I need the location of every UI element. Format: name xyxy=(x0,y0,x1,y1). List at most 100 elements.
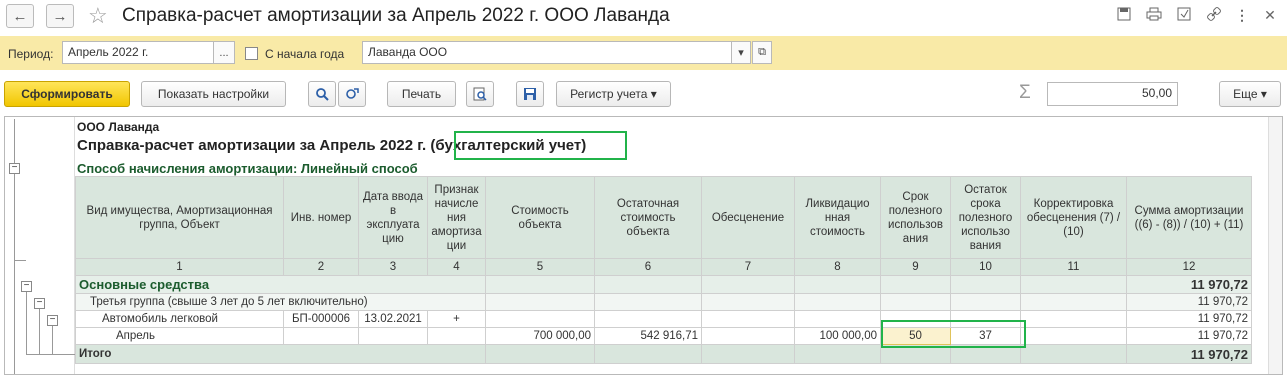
column-number: 6 xyxy=(594,258,702,276)
grouping-gutter xyxy=(5,117,75,374)
column-number: 12 xyxy=(1126,258,1252,276)
outline-line xyxy=(14,119,15,374)
arrow-left-icon: ← xyxy=(12,7,28,25)
header-cell: Стоимость объекта xyxy=(485,176,595,259)
header-cell: Сумма амортизации ((6) - (8)) / (10) + (… xyxy=(1126,176,1252,259)
chevron-down-icon: ▾ xyxy=(1260,87,1267,101)
sum-field[interactable]: 50,00 xyxy=(1047,82,1178,106)
header-cell: Обесценение xyxy=(701,176,795,259)
sum-icon: Σ xyxy=(1019,82,1031,103)
accounting-register-label: Регистр учета xyxy=(570,87,648,101)
header-cell: Ликвидацио нная стоимость xyxy=(794,176,881,259)
generate-button[interactable]: Сформировать xyxy=(4,81,130,107)
column-number: 4 xyxy=(427,258,486,276)
print-icon[interactable] xyxy=(1146,7,1162,23)
column-number: 8 xyxy=(794,258,881,276)
row-name: Автомобиль легковой xyxy=(75,310,284,328)
preview-icon[interactable] xyxy=(1176,7,1192,23)
column-numbers-row: 1 2 3 4 5 6 7 8 9 10 11 12 xyxy=(75,258,1252,276)
outline-line xyxy=(52,326,53,354)
column-number: 7 xyxy=(701,258,795,276)
header-cell: Признак начисле ния амортиза ции xyxy=(427,176,486,259)
depreciation-table: Вид имущества, Амортизационная группа, О… xyxy=(75,176,1252,364)
forward-button[interactable]: → xyxy=(46,4,74,28)
table-row-total[interactable]: Итого 11 970,72 xyxy=(75,344,1252,364)
header-cell: Остаточная стоимость объекта xyxy=(594,176,702,259)
chevron-down-icon: ▾ xyxy=(650,87,657,101)
row-flag: + xyxy=(427,310,486,328)
search-next-button[interactable] xyxy=(338,81,366,107)
save-report-button[interactable] xyxy=(516,81,544,107)
more-label: Еще xyxy=(1233,87,1258,101)
column-number: 9 xyxy=(880,258,951,276)
row-sum: 11 970,72 xyxy=(1126,293,1252,311)
more-icon[interactable]: ⋮ xyxy=(1234,7,1250,23)
column-number: 3 xyxy=(358,258,428,276)
chevron-down-icon: ▾ xyxy=(738,47,744,59)
period-input[interactable]: Апрель 2022 г. xyxy=(62,41,214,64)
period-select-button[interactable]: ... xyxy=(213,41,235,64)
floppy-disk-icon xyxy=(524,88,536,100)
back-button[interactable]: ← xyxy=(6,4,34,28)
column-number: 10 xyxy=(950,258,1021,276)
close-icon[interactable]: ✕ xyxy=(1262,7,1278,23)
save-icon[interactable] xyxy=(1116,7,1132,23)
column-number: 2 xyxy=(283,258,359,276)
depreciation-method: Способ начисления амортизации: Линейный … xyxy=(77,161,418,176)
from-year-start-checkbox[interactable] xyxy=(245,47,258,60)
row-inv-number: БП-000006 xyxy=(283,310,359,328)
header-cell: Вид имущества, Амортизационная группа, О… xyxy=(75,176,284,259)
row-cost: 700 000,00 xyxy=(485,327,595,345)
collapse-group-toggle[interactable]: − xyxy=(34,298,45,309)
row-residual: 542 916,71 xyxy=(594,327,702,345)
table-row-fixed-assets[interactable]: Основные средства 11 970,72 xyxy=(75,275,1252,294)
header-cell: Инв. номер xyxy=(283,176,359,259)
print-preview-button[interactable] xyxy=(466,81,494,107)
accounting-register-button[interactable]: Регистр учета ▾ xyxy=(556,81,671,107)
row-name: Основные средства xyxy=(75,275,486,294)
report-area[interactable]: − − − − ООО Лаванда Справка-расчет аморт… xyxy=(4,116,1283,375)
print-button[interactable]: Печать xyxy=(387,81,456,107)
preview-search-icon xyxy=(473,87,487,101)
search-refresh-icon xyxy=(346,88,359,99)
outline-line xyxy=(39,309,40,354)
report-org: ООО Лаванда xyxy=(77,120,160,134)
collapse-header-toggle[interactable]: − xyxy=(9,163,20,174)
header-cell: Дата ввода в эксплуата цию xyxy=(358,176,428,259)
row-name: Апрель xyxy=(75,327,284,345)
row-name: Третья группа (свыше 3 лет до 5 лет вклю… xyxy=(75,293,486,311)
row-sum: 11 970,72 xyxy=(1126,344,1252,364)
table-row-group[interactable]: Третья группа (свыше 3 лет до 5 лет вклю… xyxy=(75,293,1252,311)
column-number: 5 xyxy=(485,258,595,276)
vertical-scrollbar[interactable] xyxy=(1268,117,1282,374)
link-icon[interactable] xyxy=(1206,7,1222,23)
collapse-object-toggle[interactable]: − xyxy=(47,315,58,326)
favorite-star-icon[interactable]: ☆ xyxy=(88,3,108,29)
period-label: Период: xyxy=(8,47,54,61)
table-header-row: Вид имущества, Амортизационная группа, О… xyxy=(75,176,1252,259)
row-sum: 11 970,72 xyxy=(1126,310,1252,328)
organization-input[interactable]: Лаванда ООО xyxy=(362,41,732,64)
table-row-object[interactable]: Автомобиль легковой БП-000006 13.02.2021… xyxy=(75,310,1252,328)
column-number: 11 xyxy=(1020,258,1127,276)
search-button[interactable] xyxy=(308,81,336,107)
row-name: Итого xyxy=(75,344,486,364)
header-cell: Корректировка обесценения (7) / (10) xyxy=(1020,176,1127,259)
outline-line xyxy=(26,292,27,354)
table-row-month[interactable]: Апрель 700 000,00 542 916,71 100 000,00 … xyxy=(75,327,1252,345)
organization-dropdown-button[interactable]: ▾ xyxy=(731,41,751,64)
report-title-text: Справка-расчет амортизации за Апрель 202… xyxy=(77,137,427,154)
show-settings-button[interactable]: Показать настройки xyxy=(141,81,286,107)
from-year-start-label: С начала года xyxy=(265,47,345,61)
collapse-os-toggle[interactable]: − xyxy=(21,281,32,292)
highlight-frame-useful-life xyxy=(881,320,1026,348)
row-sum: 11 970,72 xyxy=(1126,275,1252,294)
more-button[interactable]: Еще ▾ xyxy=(1219,81,1281,107)
row-date: 13.02.2021 xyxy=(358,310,428,328)
window-title: Справка-расчет амортизации за Апрель 202… xyxy=(122,5,670,26)
search-icon xyxy=(316,88,329,101)
organization-open-button[interactable]: ⧉ xyxy=(752,41,772,64)
header-cell: Срок полезного использов ания xyxy=(880,176,951,259)
arrow-right-icon: → xyxy=(52,7,68,25)
row-sum: 11 970,72 xyxy=(1126,327,1252,345)
